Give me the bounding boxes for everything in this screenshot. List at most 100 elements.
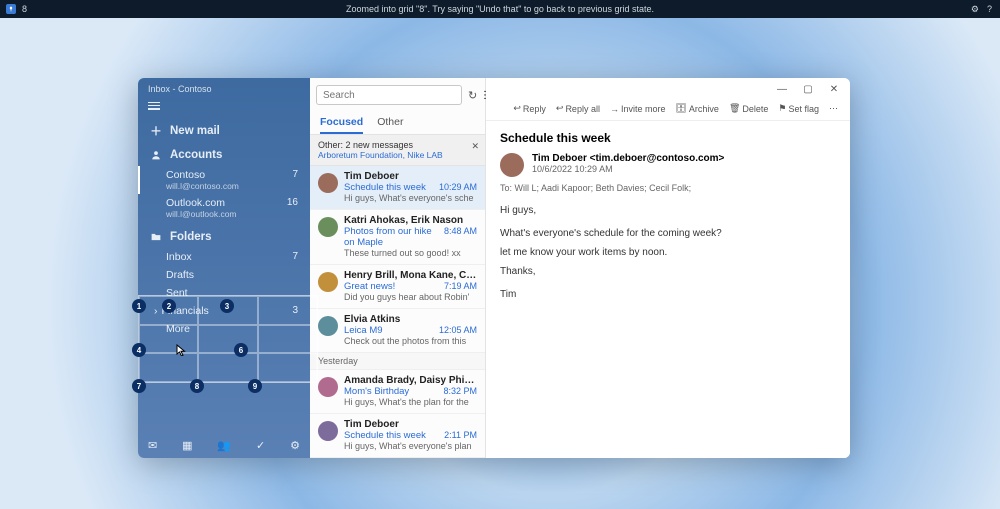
mic-icon[interactable] (6, 4, 16, 14)
message-subject: Great news! (344, 281, 395, 292)
accounts-label: Accounts (170, 149, 222, 161)
avatar (318, 421, 338, 441)
help-icon[interactable]: ? (987, 4, 992, 15)
folder-sent[interactable]: Sent (138, 284, 310, 302)
minimize-button[interactable]: ― (776, 84, 788, 95)
message-time: 8:48 AM (444, 226, 477, 248)
close-button[interactable]: ✕ (828, 84, 840, 95)
message-preview: Hi guys, What's everyone's plan (344, 441, 477, 451)
avatar (318, 272, 338, 292)
message-subject: Mom's Birthday (344, 386, 409, 397)
account-outlook[interactable]: Outlook.com will.l@outlook.com 16 (138, 194, 310, 222)
message-subject: Leica M9 (344, 325, 383, 336)
avatar (318, 217, 338, 237)
account-contoso[interactable]: Contoso will.l@contoso.com 7 (138, 166, 310, 194)
account-name: Contoso (166, 169, 239, 181)
other-banner-sources: Arboretum Foundation, Nike LAB (318, 150, 477, 160)
message-subject: Schedule this week (344, 182, 426, 193)
folder-financials[interactable]: ›Financials3 (138, 302, 310, 320)
reply-button[interactable]: ↩ Reply (513, 103, 546, 114)
message-time: 10:29 AM (439, 182, 477, 193)
flag-button[interactable]: ⚑ Set flag (778, 103, 819, 114)
body-line: Tim (500, 287, 836, 302)
tab-other[interactable]: Other (377, 112, 403, 134)
message-subject: Photos from our hike on Maple (344, 226, 440, 248)
other-banner[interactable]: Other: 2 new messages Arboretum Foundati… (310, 135, 485, 166)
message-subject: Schedule this week (500, 131, 836, 145)
window-title: Inbox - Contoso (138, 78, 310, 98)
other-banner-title: Other: 2 new messages (318, 140, 477, 150)
calendar-icon[interactable]: ▦ (182, 439, 192, 452)
message-from: Tim Deboer (344, 171, 477, 182)
hamburger-icon[interactable] (138, 98, 310, 118)
sent-date: 10/6/2022 10:29 AM (532, 164, 724, 174)
voice-number: 8 (22, 4, 27, 14)
message-from: Tim Deboer (344, 419, 477, 430)
message-from: Henry Brill, Mona Kane, Cecil F (344, 270, 477, 281)
folder-inbox[interactable]: Inbox7 (138, 248, 310, 266)
refresh-icon[interactable]: ↻ (468, 89, 477, 102)
more-icon[interactable]: ⋯ (829, 103, 838, 114)
search-input[interactable] (316, 85, 462, 105)
message-time: 2:11 PM (444, 430, 477, 441)
message-preview: Hi guys, What's the plan for the (344, 397, 477, 407)
account-badge: 16 (287, 197, 298, 219)
folders-label: Folders (170, 231, 212, 243)
account-email: will.l@outlook.com (166, 209, 237, 219)
settings-icon[interactable]: ⚙ (971, 4, 979, 15)
new-mail-label: New mail (170, 125, 220, 137)
message-time: 7:19 AM (444, 281, 477, 292)
avatar (318, 377, 338, 397)
maximize-button[interactable]: ▢ (802, 84, 814, 95)
message-preview: Hi guys, What's everyone's sche (344, 193, 477, 203)
message-from: Elvia Atkins (344, 314, 477, 325)
account-badge: 7 (292, 169, 298, 191)
message-list: ↻ ☰ Focused Other Other: 2 new messages … (310, 78, 486, 458)
delete-button[interactable]: 🗑 Delete (729, 103, 768, 114)
message-toolbar: ↩ Reply ↩ Reply all → Invite more 🗄 Arch… (486, 101, 850, 121)
archive-button[interactable]: 🗄 Archive (675, 103, 718, 114)
sidebar: Inbox - Contoso ＋ New mail Accounts Cont… (138, 78, 310, 458)
mail-icon[interactable]: ✉ (148, 439, 157, 452)
account-name: Outlook.com (166, 197, 237, 209)
message-time: 12:05 AM (439, 325, 477, 336)
new-mail-button[interactable]: ＋ New mail (138, 118, 310, 144)
todo-icon[interactable]: ✓ (256, 439, 265, 452)
folder-drafts[interactable]: Drafts (138, 266, 310, 284)
message-preview: Did you guys hear about Robin' (344, 292, 477, 302)
body-line: Thanks, (500, 264, 836, 279)
message-preview: Check out the photos from this (344, 336, 477, 346)
message-subject: Schedule this week (344, 430, 426, 441)
message-preview: These turned out so good! xx (344, 248, 477, 258)
tab-focused[interactable]: Focused (320, 112, 363, 134)
folder-more[interactable]: More (138, 320, 310, 338)
message-item[interactable]: Tim Deboer Schedule this week 2:11 PM Hi … (310, 414, 485, 458)
chevron-right-icon: › (154, 305, 158, 317)
message-header: Tim Deboer <tim.deboer@contoso.com> 10/6… (500, 153, 836, 177)
avatar (318, 316, 338, 336)
invite-button[interactable]: → Invite more (610, 103, 666, 114)
message-item[interactable]: Henry Brill, Mona Kane, Cecil F Great ne… (310, 265, 485, 309)
message-item[interactable]: Katri Ahokas, Erik Nason Photos from our… (310, 210, 485, 265)
sender: Tim Deboer <tim.deboer@contoso.com> (532, 153, 724, 164)
body-line: Hi guys, (500, 203, 836, 218)
message-item[interactable]: Elvia Atkins Leica M9 12:05 AM Check out … (310, 309, 485, 353)
body-line: What's everyone's schedule for the comin… (500, 226, 836, 241)
plus-icon: ＋ (150, 123, 162, 139)
folders-header[interactable]: Folders (138, 226, 310, 248)
mail-window: Inbox - Contoso ＋ New mail Accounts Cont… (138, 78, 850, 458)
accounts-header[interactable]: Accounts (138, 144, 310, 166)
message-item[interactable]: Amanda Brady, Daisy Phillips Mom's Birth… (310, 370, 485, 414)
avatar (500, 153, 524, 177)
sidebar-bottom-bar: ✉ ▦ 👥 ✓ ⚙ (138, 433, 310, 458)
folder-icon (150, 232, 162, 242)
settings-icon[interactable]: ⚙ (290, 439, 300, 452)
message-from: Katri Ahokas, Erik Nason (344, 215, 477, 226)
reading-pane: ― ▢ ✕ ↩ Reply ↩ Reply all → Invite more … (486, 78, 850, 458)
people-icon[interactable]: 👥 (217, 439, 231, 452)
message-time: 8:32 PM (443, 386, 477, 397)
message-item[interactable]: Tim Deboer Schedule this week 10:29 AM Hi… (310, 166, 485, 210)
person-icon (150, 150, 162, 160)
reply-all-button[interactable]: ↩ Reply all (556, 103, 600, 114)
close-icon[interactable]: ✕ (471, 141, 479, 152)
